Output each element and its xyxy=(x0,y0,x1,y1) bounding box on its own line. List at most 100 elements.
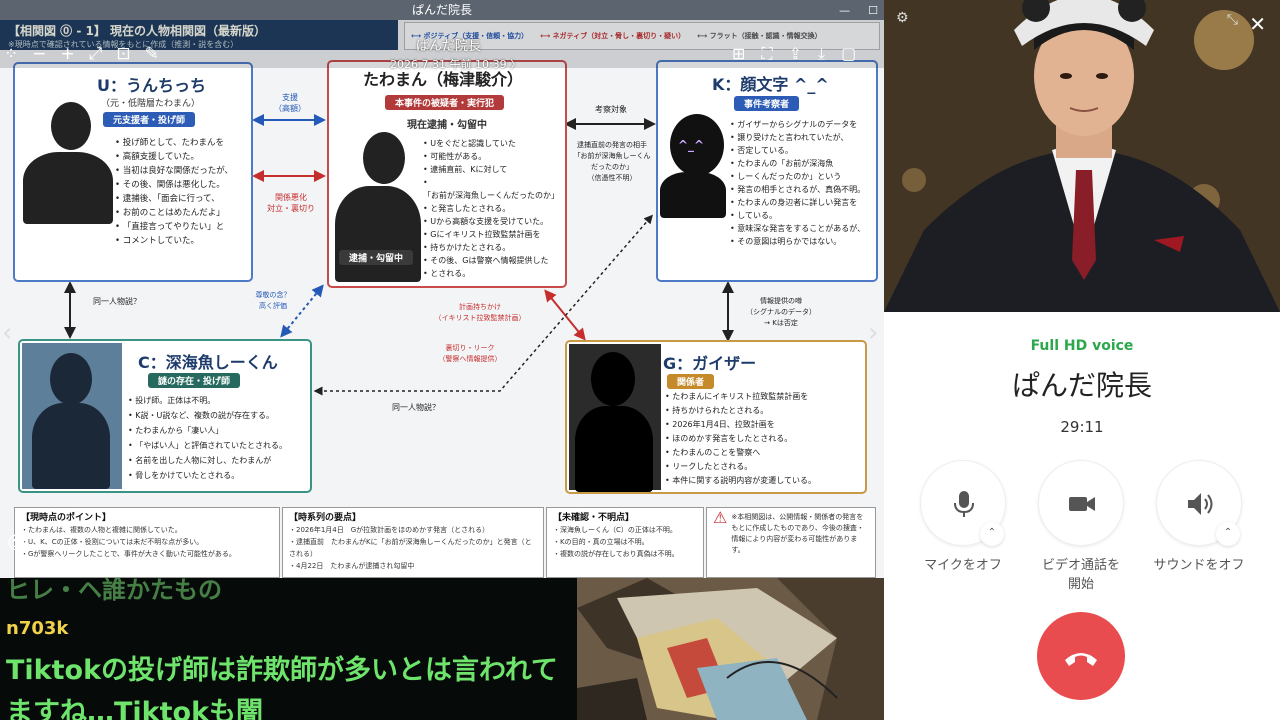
detail-line: 持ちかけたとされる。 xyxy=(423,241,565,254)
detail-line: 投げ師。正体は不明。 xyxy=(128,393,312,408)
painting-art xyxy=(577,578,884,720)
detail-line: 発言の相手とされるが、真偽不明。 xyxy=(730,183,878,196)
prev-arrow-icon[interactable]: ‹ xyxy=(2,318,12,348)
zoom-in-icon[interactable]: + xyxy=(61,44,75,64)
end-call-button[interactable] xyxy=(1037,612,1125,700)
zoom-out-icon[interactable]: − xyxy=(32,44,46,64)
hang-up-icon xyxy=(1065,653,1097,666)
sound-toggle-label: サウンドをオフ xyxy=(1153,558,1245,573)
detail-line: ほのめかす発言をしたとされる。 xyxy=(665,432,867,446)
box-disclaimer-text: ※本相関図は、公開情報・関係者の発言をもとに作成したものであり、今後の捜査・情報… xyxy=(731,513,864,554)
label-info: 情報提供の噂 （シグナルのデータ） → Kは否定 xyxy=(746,297,816,327)
emoji-icon[interactable]: ☺ xyxy=(7,533,26,554)
box-unknowns-heading: 【未確認・不明点】 xyxy=(553,513,635,523)
call-quality: Full HD voice xyxy=(1030,338,1134,354)
detail-line: 脅しをかけていたとされる。 xyxy=(128,468,312,483)
detail-line: コメントしていた。 xyxy=(115,234,255,248)
card-g-title: G：ガイザー xyxy=(663,354,757,373)
box-disclaimer: ⚠ ※本相関図は、公開情報・関係者の発言をもとに作成したものであり、今後の捜査・… xyxy=(706,507,876,578)
sound-options-caret-icon[interactable]: ⌃ xyxy=(1216,522,1240,546)
avatar-c-body xyxy=(32,403,110,489)
card-tawaman: たわまん（梅津駿介） 本事件の被疑者・実行犯 現在逮捕・勾留中 逮捕・勾留中 U… xyxy=(327,60,567,288)
viewer-tools-left: ⁘ − + ⤢ ⊡ ✎ xyxy=(4,44,159,64)
detail-line: 高額支援していた。 xyxy=(115,150,255,164)
chat-previous-line: ヒレ・ヘ誰かたもの xyxy=(6,576,222,604)
box-unknowns-text: ・深海魚しーくん（C）の正体は不明。 ・Kの目的・真の立場は不明。 ・複数の説が… xyxy=(553,526,679,558)
detail-line: しーくんだったのか」という xyxy=(730,170,878,183)
avatar-g-head xyxy=(591,352,635,406)
group-icon[interactable]: ⁘ xyxy=(4,44,18,64)
detail-line: ガイザーからシグナルのデータを xyxy=(730,118,878,131)
download-icon[interactable]: ⤓ xyxy=(818,44,825,64)
label-consider: 考察対象 xyxy=(595,105,627,114)
detail-line: たわまんにイキリスト拉致監禁計画を xyxy=(665,390,867,404)
screen: 【相関図 ⓪ - 1】 現在の人物相関図（最新版） ※現時点で確認されている情報… xyxy=(0,0,1280,720)
avatar-g-body xyxy=(575,406,653,492)
mic-icon xyxy=(954,491,974,517)
next-arrow-icon[interactable]: › xyxy=(868,318,878,348)
card-k-tag: 事件考察者 xyxy=(734,96,800,111)
avatar-u-body xyxy=(23,152,113,224)
detail-line: 「やばい人」と評価されていたとされる。 xyxy=(128,438,312,453)
minimize-call-icon[interactable]: ⤡ xyxy=(1227,12,1238,28)
close-call-icon[interactable]: ✕ xyxy=(1249,12,1266,36)
label-plan: 計画持ちかけ （イキリスト拉致監禁計画） xyxy=(434,303,526,322)
viewer-tools-right: ⊞ ⛶ ⇪ ⤓ ▢ xyxy=(732,44,856,64)
detail-line: たわまんから「凄い人」 xyxy=(128,423,312,438)
screenshot-icon[interactable]: ⛶ xyxy=(761,44,772,64)
card-u-tag: 元支援者・投げ師 xyxy=(103,112,196,127)
video-feed: ⚙ ⤡ ✕ xyxy=(884,0,1280,312)
share-icon[interactable]: ⇪ xyxy=(789,44,802,64)
viewer-sender-name: ぱんだ院長 xyxy=(416,39,482,54)
draw-icon[interactable]: ✎ xyxy=(145,44,159,64)
settings-gear-icon[interactable]: ⚙ xyxy=(896,10,909,26)
crop-icon[interactable]: ⊡ xyxy=(116,44,130,64)
detail-line: 譲り受けたと言われていたが、 xyxy=(730,131,878,144)
background-painting xyxy=(577,578,884,720)
card-c: C：深海魚しーくん 謎の存在・投げ師 投げ師。正体は不明。K説・U説など、複数の… xyxy=(18,339,312,493)
more-icon[interactable]: ▢ xyxy=(841,44,856,64)
mic-toggle-label: マイクをオフ xyxy=(924,558,1002,573)
card-u-details: 投げ師として、たわまんを高額支援していた。当初は良好な関係だったが、その後、関係… xyxy=(115,136,255,248)
text-capture-icon[interactable]: ⊞ xyxy=(732,44,745,64)
fit-icon[interactable]: ⤢ xyxy=(89,44,103,64)
video-camera-icon xyxy=(1069,497,1095,511)
card-u-title: U：うんちっち xyxy=(97,76,206,95)
box-points-text: ・たわまんは、複数の人物と複雑に関係していた。 ・U、K、Cの正体・役割について… xyxy=(21,526,236,558)
card-c-title: C：深海魚しーくん xyxy=(138,353,278,372)
viewer-window-controls: — ☐ xyxy=(839,0,878,20)
box-timeline-text: ・2026年1月4日 Gが拉致計画をほのめかす発言（とされる） ・逮捕直前 たわ… xyxy=(289,526,532,570)
detail-line: たわまんのことを警察へ xyxy=(665,446,867,460)
avatar-k-body xyxy=(660,172,726,218)
mic-options-caret-icon[interactable]: ⌃ xyxy=(980,522,1004,546)
detail-line: お前のことはめたんだよ」 xyxy=(115,206,255,220)
label-same-person-ck: 同一人物説？ xyxy=(392,403,440,412)
detail-line: 可能性がある。 xyxy=(423,150,565,163)
viewer-title: ぱんだ院長 xyxy=(411,3,472,17)
detail-line: 意味深な発言をすることがあるが、 xyxy=(730,222,878,235)
video-call-button[interactable] xyxy=(1038,460,1124,546)
detail-line: 「お前が深海魚しーくんだったのか」 xyxy=(423,176,565,202)
detail-line: その後、関係は悪化した。 xyxy=(115,178,255,192)
detail-line: とされる。 xyxy=(423,267,565,280)
detail-line: Uをぐだと認識していた xyxy=(423,137,565,150)
maximize-icon[interactable]: ☐ xyxy=(868,4,878,17)
stream-chat: ヒレ・ヘ誰かたもの n703k Tiktokの投げ師は詐欺師が多いとは言われてま… xyxy=(0,576,577,720)
label-consider-note: 逮捕直前の発言の相手 「お前が深海魚しーくん だったのか」 （信憑性不明） xyxy=(573,141,651,182)
card-g-details: たわまんにイキリスト拉致監禁計画を持ちかけられたとされる。2026年1月4日、拉… xyxy=(665,390,867,488)
card-tawaman-details: Uをぐだと認識していた可能性がある。逮捕直前、Kに対して「お前が深海魚しーくんだ… xyxy=(423,137,565,280)
card-g-tag: 関係者 xyxy=(667,374,715,389)
label-conflict: 関係悪化 対立・裏切り xyxy=(267,193,315,213)
detail-line: リークしたとされる。 xyxy=(665,460,867,474)
minimize-icon[interactable]: — xyxy=(839,4,850,17)
card-tawaman-tag: 本事件の被疑者・実行犯 xyxy=(385,95,505,110)
card-tawaman-badge: 逮捕・勾留中 xyxy=(339,250,414,265)
box-points: 【現時点のポイント】 ・たわまんは、複数の人物と複雑に関係していた。 ・U、K、… xyxy=(14,507,280,578)
detail-line: 投げ師として、たわまんを xyxy=(115,136,255,150)
viewer-date[interactable]: 2026.7.31 午前 10:39 〉 xyxy=(390,56,521,72)
detail-line: Gにイキリスト拉致監禁計画を xyxy=(423,228,565,241)
detail-line: 否定している。 xyxy=(730,144,878,157)
card-k: K：顔文字 ^_^ 事件考察者 ^_^ ガイザーからシグナルのデータを譲り受けた… xyxy=(656,60,878,282)
detail-line: K説・U説など、複数の説が存在する。 xyxy=(128,408,312,423)
card-tawaman-status: 現在逮捕・勾留中 xyxy=(407,120,487,131)
